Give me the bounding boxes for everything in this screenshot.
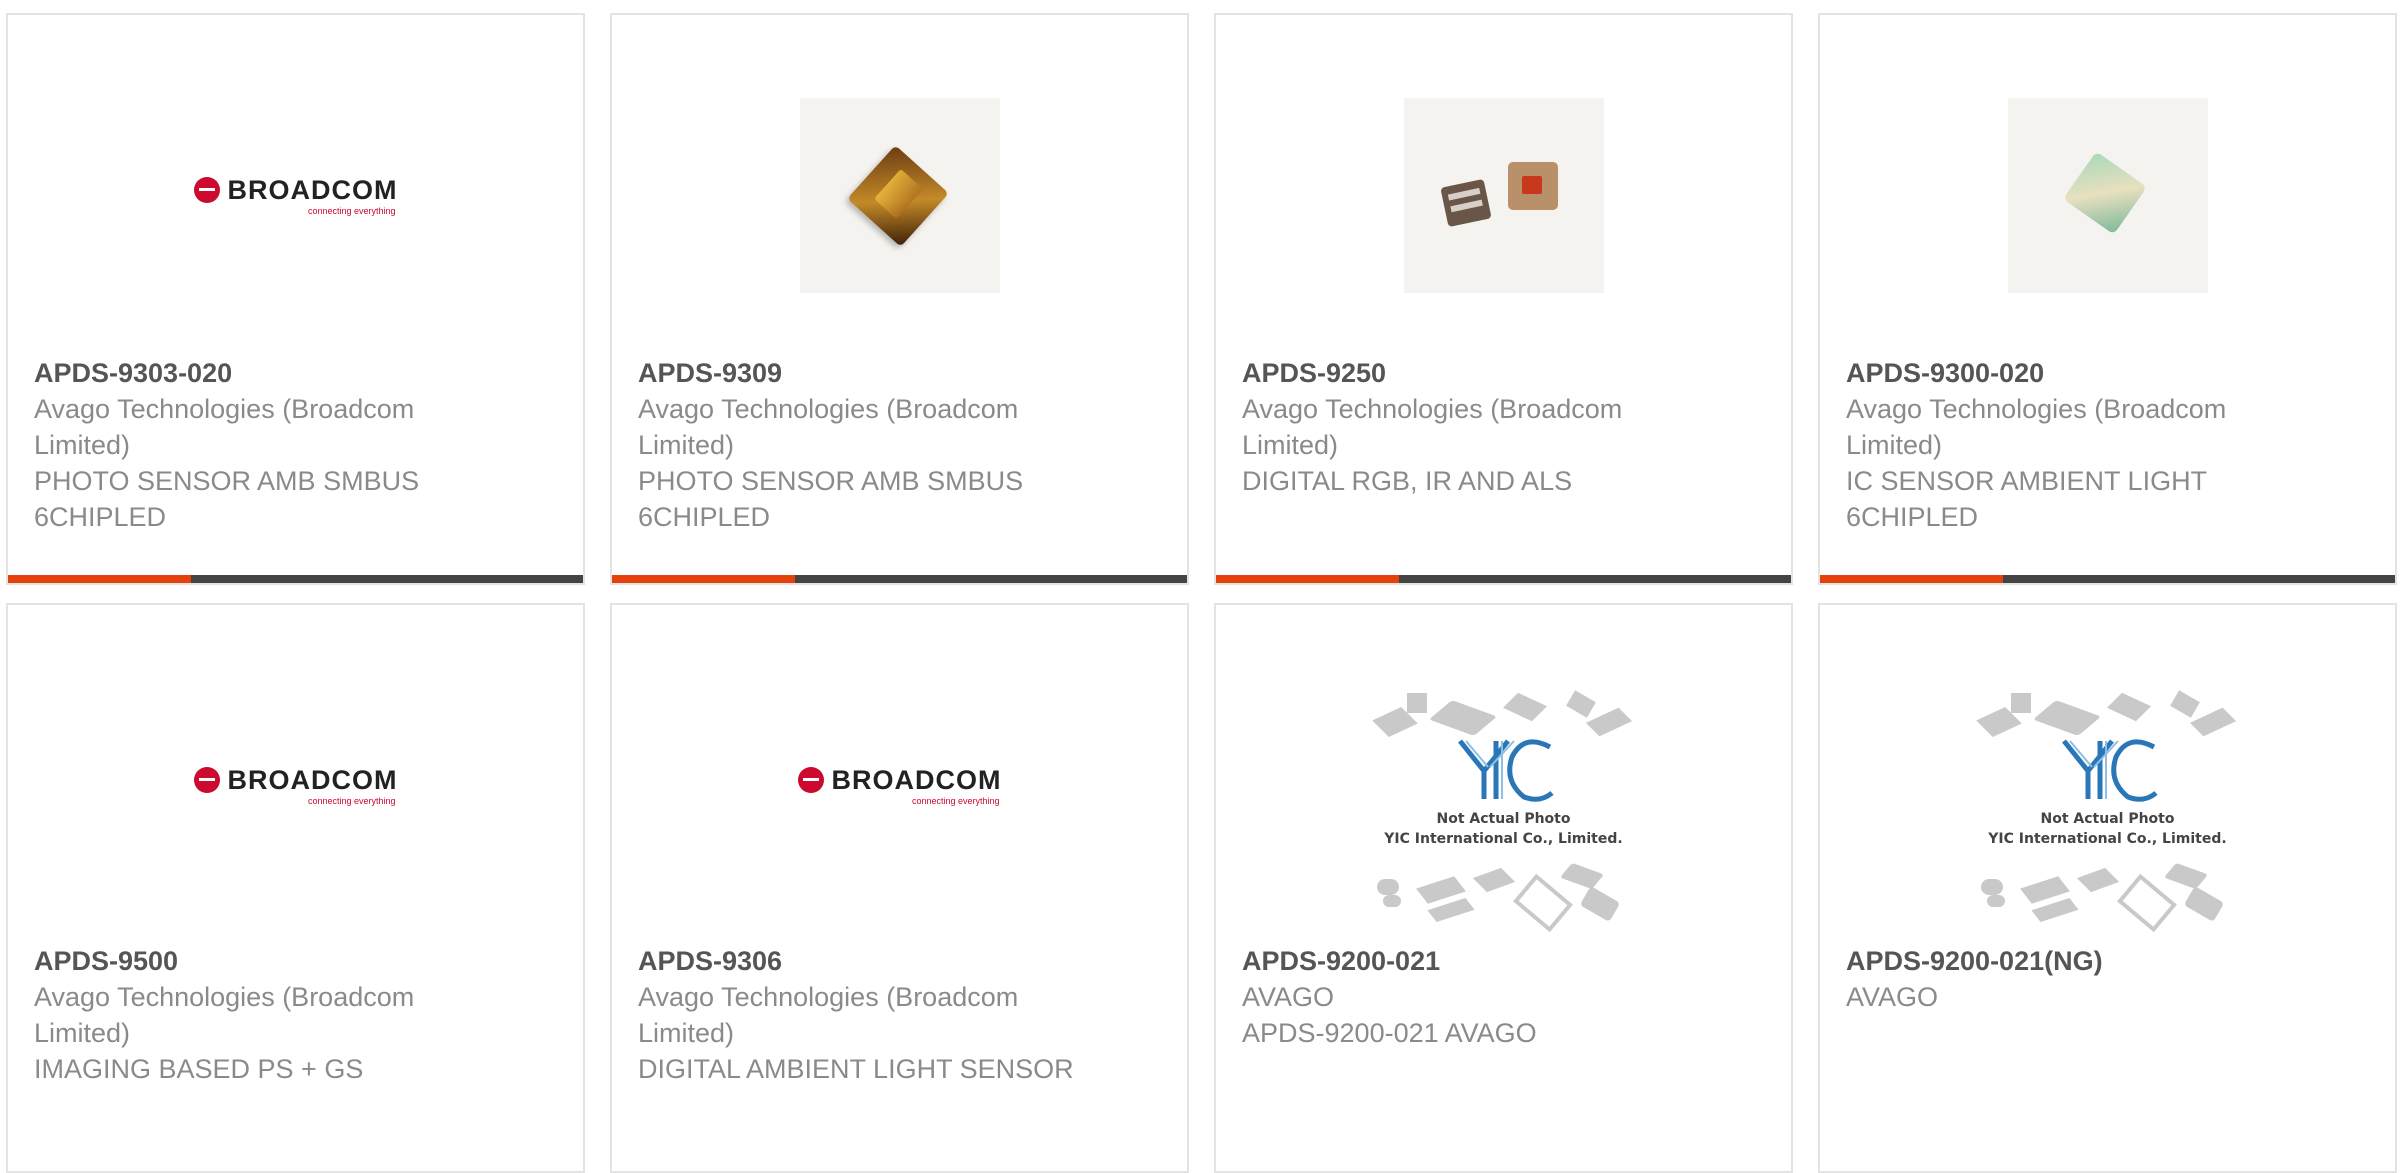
placeholder-note: Not Actual Photo [2040, 811, 2175, 827]
product-image[interactable] [612, 85, 1187, 305]
yic-logo-icon [1457, 739, 1554, 802]
description: PHOTO SENSOR AMB SMBUS 6CHIPLED [34, 466, 420, 532]
product-image[interactable] [1820, 85, 2395, 305]
product-card[interactable]: Not Actual Photo YIC International Co., … [1214, 603, 1793, 1173]
product-image[interactable]: BROADCOM connecting everything [8, 675, 583, 895]
description: PHOTO SENSOR AMB SMBUS 6CHIPLED [638, 466, 1024, 532]
manufacturer: Avago Technologies (Broadcom Limited) [638, 982, 1019, 1048]
chip-photo [1403, 97, 1604, 293]
manufacturer: Avago Technologies (Broadcom Limited) [1846, 394, 2227, 460]
part-number[interactable]: APDS-9250 [1242, 355, 1765, 391]
manufacturer: Avago Technologies (Broadcom Limited) [34, 394, 415, 460]
product-image[interactable] [1216, 85, 1791, 305]
part-number[interactable]: APDS-9300-020 [1846, 355, 2369, 391]
description: IMAGING BASED PS + GS [34, 1054, 364, 1084]
placeholder-company: YIC International Co., Limited. [1988, 831, 2227, 847]
product-image[interactable]: Not Actual Photo YIC International Co., … [1216, 681, 1791, 933]
description: DIGITAL RGB, IR AND ALS [1242, 466, 1573, 496]
yic-logo-icon [2061, 739, 2158, 802]
card-bar-accent [8, 575, 191, 583]
product-image[interactable]: Not Actual Photo YIC International Co., … [1820, 681, 2395, 933]
placeholder-note: Not Actual Photo [1436, 811, 1571, 827]
manufacturer: AVAGO [1846, 982, 1939, 1012]
broadcom-logo: BROADCOM connecting everything [193, 765, 398, 806]
description: IC SENSOR AMBIENT LIGHT 6CHIPLED [1846, 466, 2207, 532]
broadcom-logo: BROADCOM connecting everything [193, 175, 398, 216]
broadcom-mark-icon [193, 177, 220, 203]
chip-photo [2007, 97, 2208, 293]
card-bar [1820, 575, 2395, 583]
product-card[interactable]: APDS-9300-020 Avago Technologies (Broadc… [1818, 13, 2397, 585]
yic-placeholder-image: Not Actual Photo YIC International Co., … [1973, 681, 2243, 933]
product-card[interactable]: BROADCOM connecting everything APDS-9500… [6, 603, 585, 1173]
part-number[interactable]: APDS-9306 [638, 943, 1161, 979]
manufacturer: Avago Technologies (Broadcom Limited) [638, 394, 1019, 460]
card-bar-accent [1820, 575, 2003, 583]
card-bar [8, 575, 583, 583]
broadcom-mark-icon [797, 767, 824, 793]
part-number[interactable]: APDS-9309 [638, 355, 1161, 391]
description: APDS-9200-021 AVAGO [1242, 1018, 1537, 1048]
manufacturer: Avago Technologies (Broadcom Limited) [1242, 394, 1623, 460]
product-card[interactable]: Not Actual Photo YIC International Co., … [1818, 603, 2397, 1173]
product-image[interactable]: BROADCOM connecting everything [612, 675, 1187, 895]
part-number[interactable]: APDS-9500 [34, 943, 557, 979]
description: DIGITAL AMBIENT LIGHT SENSOR [638, 1054, 1074, 1084]
chip-photo [799, 97, 1000, 293]
yic-placeholder-image: Not Actual Photo YIC International Co., … [1369, 681, 1639, 933]
broadcom-mark-icon [193, 767, 220, 793]
part-number[interactable]: APDS-9200-021(NG) [1846, 943, 2369, 979]
product-card[interactable]: APDS-9309 Avago Technologies (Broadcom L… [610, 13, 1189, 585]
manufacturer: Avago Technologies (Broadcom Limited) [34, 982, 415, 1048]
part-number[interactable]: APDS-9200-021 [1242, 943, 1765, 979]
product-image[interactable]: BROADCOM connecting everything [8, 85, 583, 305]
product-card[interactable]: BROADCOM connecting everything APDS-9303… [6, 13, 585, 585]
product-grid: BROADCOM connecting everything APDS-9303… [0, 0, 2400, 1173]
broadcom-logo: BROADCOM connecting everything [797, 765, 1002, 806]
manufacturer: AVAGO [1242, 982, 1335, 1012]
product-card[interactable]: BROADCOM connecting everything APDS-9306… [610, 603, 1189, 1173]
product-card[interactable]: APDS-9250 Avago Technologies (Broadcom L… [1214, 13, 1793, 585]
part-number[interactable]: APDS-9303-020 [34, 355, 557, 391]
card-bar-accent [1216, 575, 1399, 583]
card-bar [1216, 575, 1791, 583]
placeholder-company: YIC International Co., Limited. [1384, 831, 1623, 847]
card-bar-accent [612, 575, 795, 583]
card-bar [612, 575, 1187, 583]
